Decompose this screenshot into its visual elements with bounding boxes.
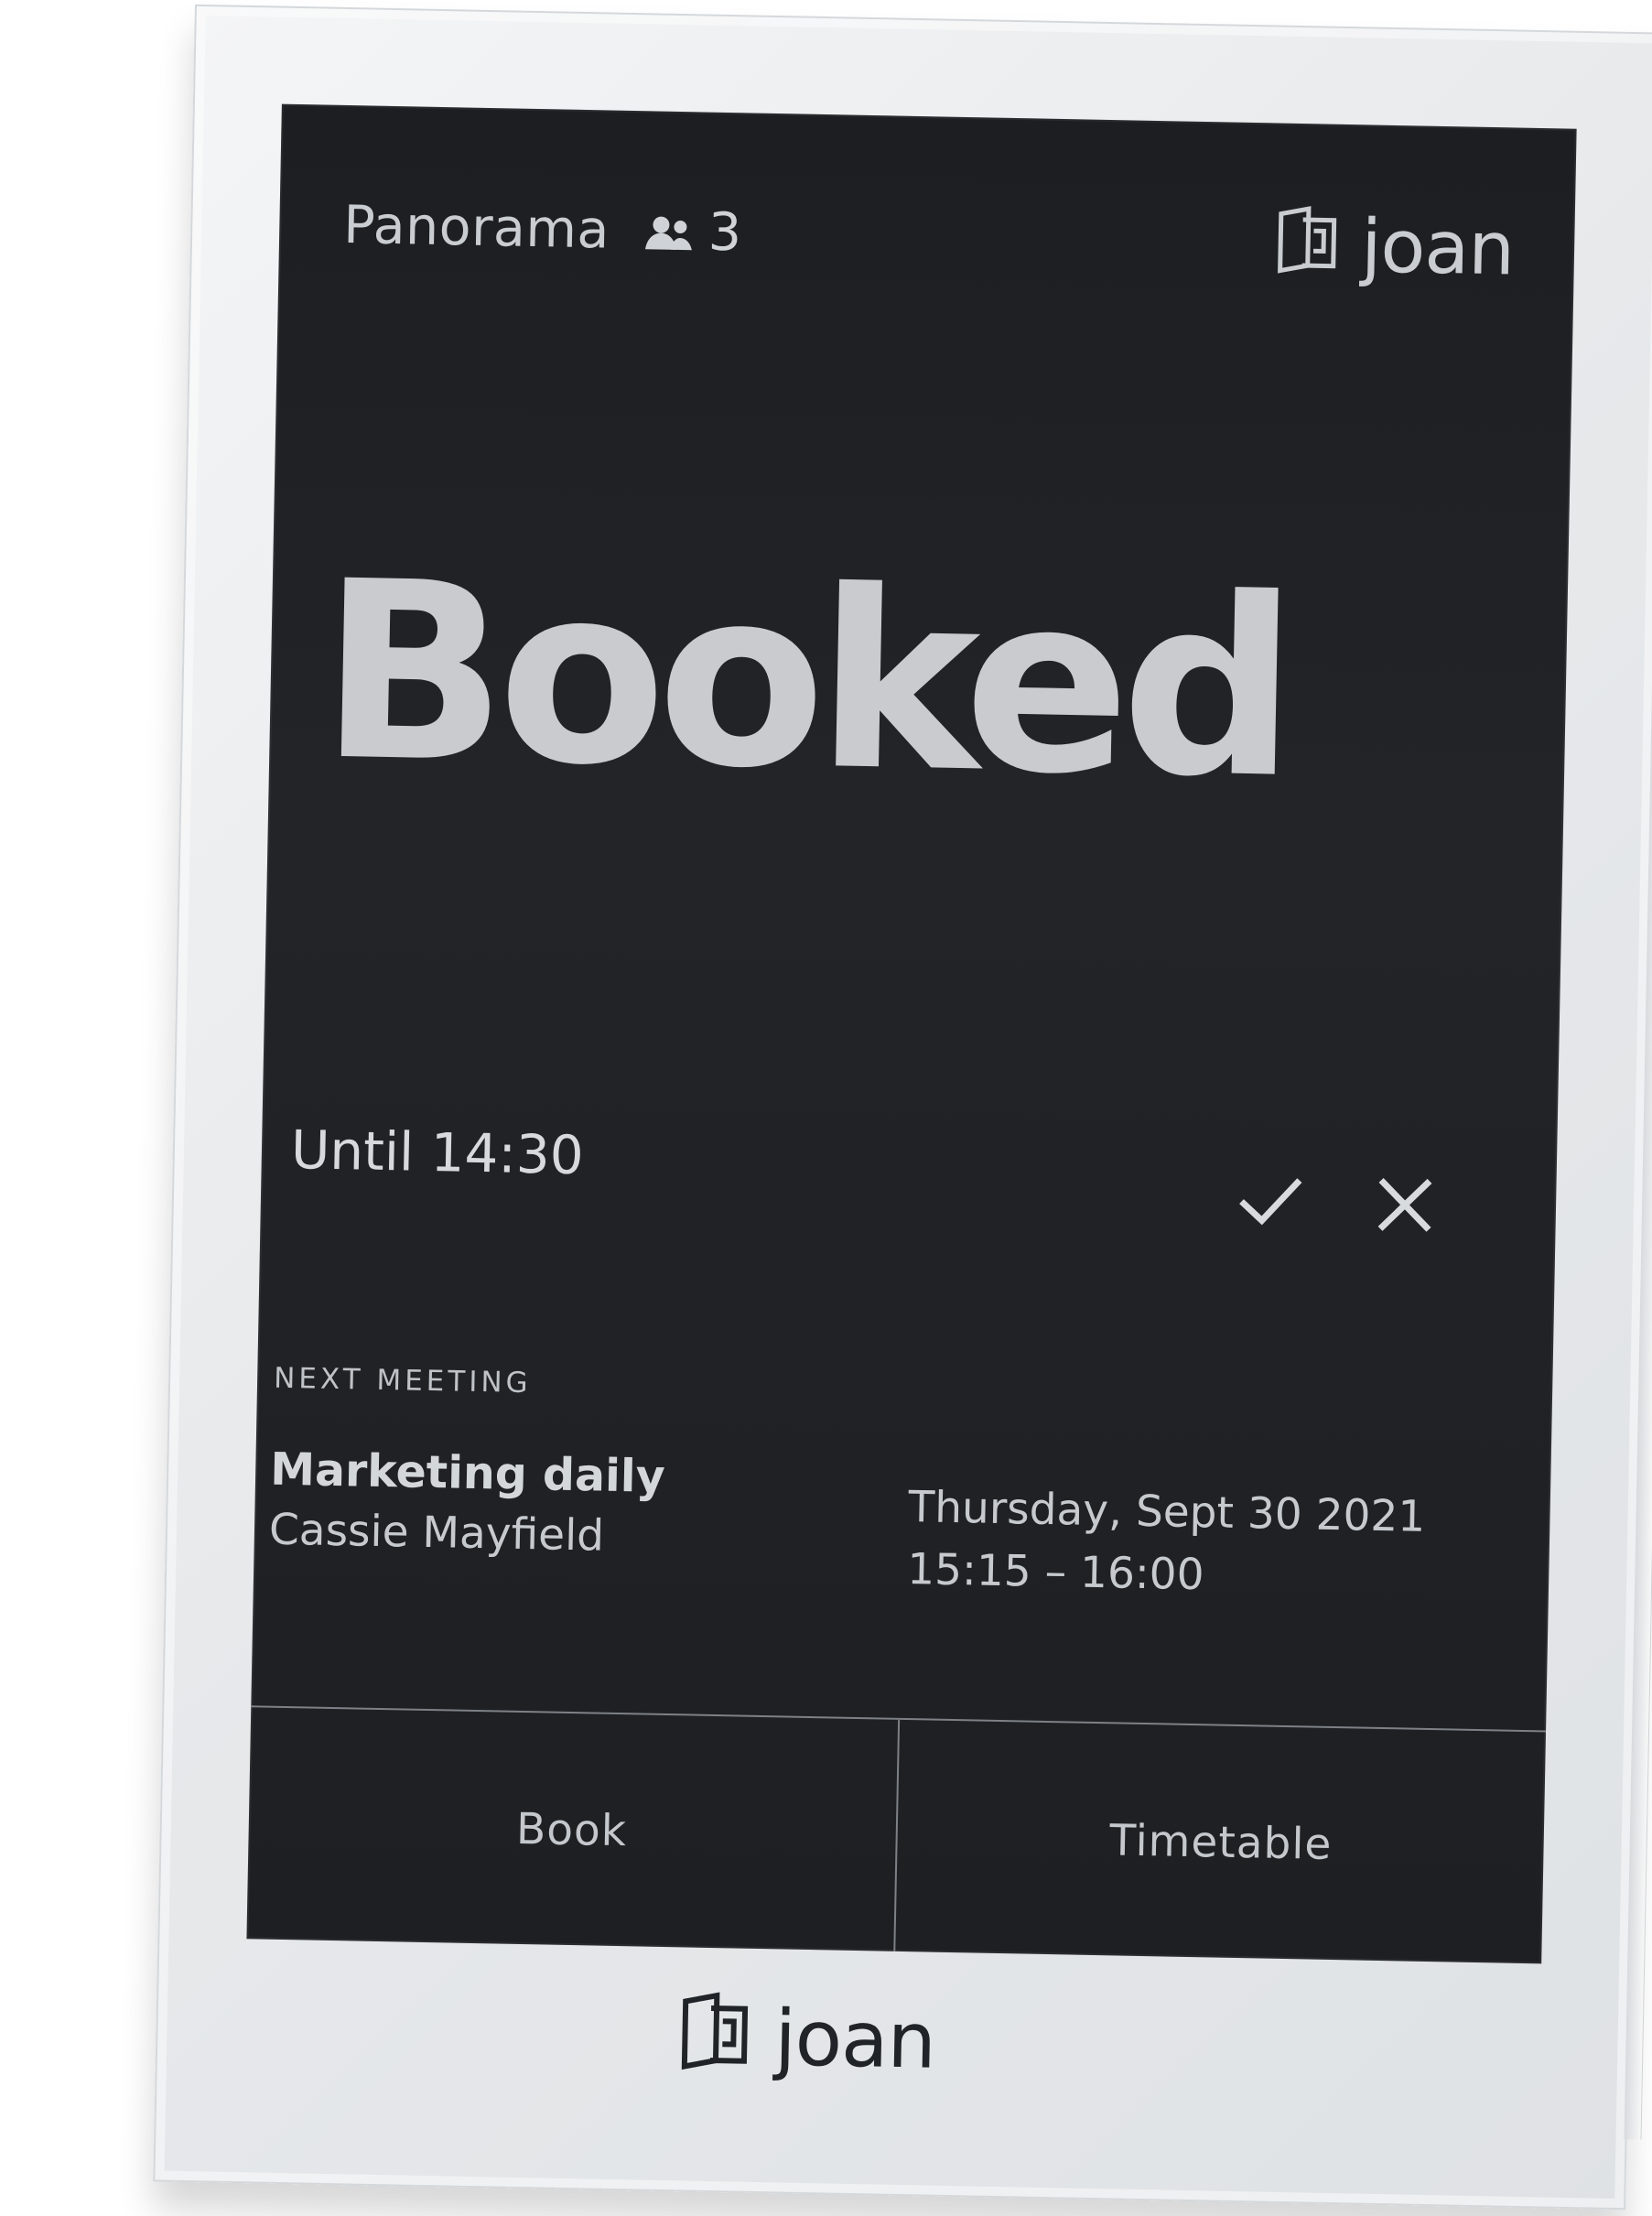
joan-device: Panorama 3 joan Booked Until 14:30 NEXT … xyxy=(153,4,1652,2211)
eink-screen: Panorama 3 joan Booked Until 14:30 NEXT … xyxy=(246,103,1577,1964)
people-icon xyxy=(640,209,699,254)
next-meeting-host: Cassie Mayfield xyxy=(268,1504,605,1562)
booking-actions xyxy=(1231,1164,1445,1247)
brand-logo-top: joan xyxy=(1267,201,1515,291)
next-meeting-schedule: Thursday, Sept 30 2021 15:15 – 16:00 xyxy=(907,1476,1426,1611)
joan-logo-icon xyxy=(669,1988,759,2085)
room-capacity: 3 xyxy=(640,200,742,263)
brand-logo-bottom: joan xyxy=(669,1988,936,2089)
cancel-booking-button[interactable] xyxy=(1365,1167,1445,1248)
brand-name-bottom: joan xyxy=(773,1993,936,2086)
next-meeting-label: NEXT MEETING xyxy=(273,1361,532,1400)
confirm-booking-button[interactable] xyxy=(1231,1164,1312,1245)
booking-until-time: Until 14:30 xyxy=(290,1119,585,1187)
joan-logo-icon xyxy=(1267,202,1347,288)
booking-status: Booked xyxy=(318,528,1290,833)
close-icon xyxy=(1367,1168,1442,1247)
timetable-button[interactable]: Timetable xyxy=(892,1719,1548,1964)
book-button[interactable]: Book xyxy=(246,1707,897,1953)
room-header: Panorama 3 xyxy=(343,195,743,263)
capacity-count: 3 xyxy=(707,201,743,264)
check-icon xyxy=(1234,1165,1309,1244)
next-meeting-title: Marketing daily xyxy=(269,1443,666,1503)
next-meeting-time: 15:15 – 16:00 xyxy=(906,1544,1205,1601)
next-meeting-date: Thursday, Sept 30 2021 xyxy=(908,1482,1426,1542)
brand-name-top: joan xyxy=(1360,203,1516,292)
room-name: Panorama xyxy=(342,194,610,261)
bottom-action-bar: Book Timetable xyxy=(246,1705,1548,1964)
